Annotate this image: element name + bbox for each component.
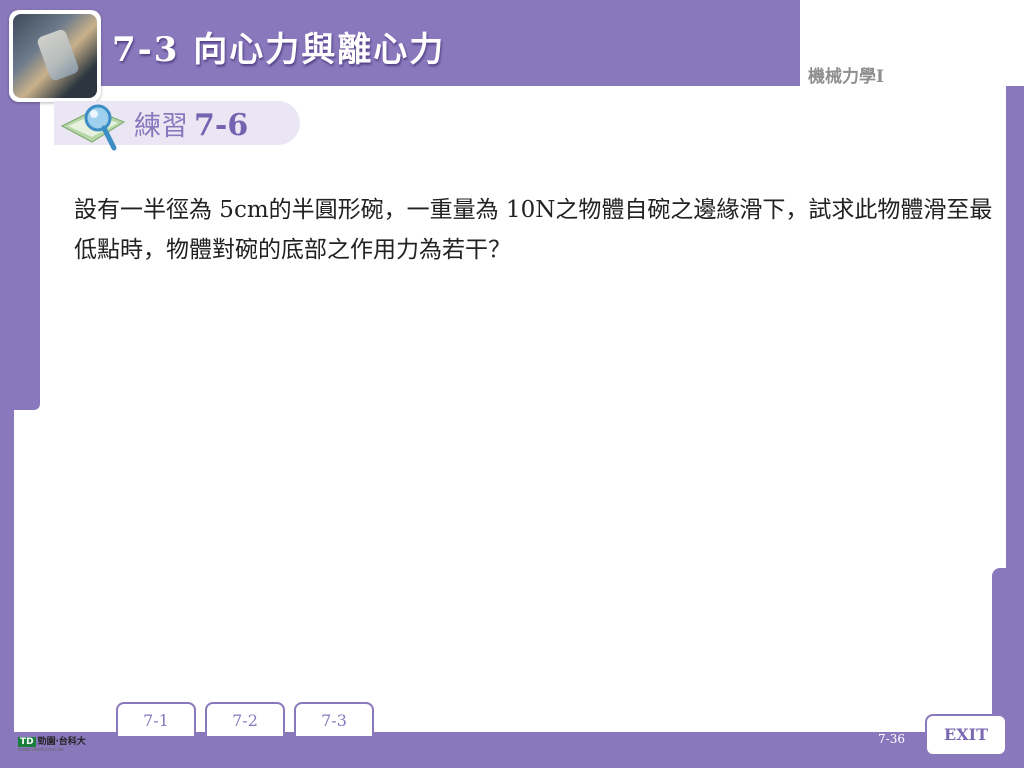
practice-heading: 練習 7-6 xyxy=(134,104,248,143)
publisher-logo: TD 勁園‧台科大 www.tiked.com.tw xyxy=(18,734,86,753)
left-frame-notch xyxy=(0,88,40,410)
magnifier-icon xyxy=(60,104,126,151)
header-stripe xyxy=(800,34,1006,37)
header-stripe xyxy=(800,52,1006,55)
section-title: 7-3 向心力與離心力 xyxy=(112,30,446,70)
tab-7-2[interactable]: 7-2 xyxy=(205,702,285,736)
practice-label: 練習 xyxy=(134,111,188,142)
header-stripe xyxy=(800,16,1006,19)
photo-highlight xyxy=(36,28,80,82)
practice-number: 7-6 xyxy=(194,108,249,143)
course-subject: 機械力學I xyxy=(808,67,884,87)
header-photo xyxy=(9,10,101,102)
logo-url: www.tiked.com.tw xyxy=(18,747,64,753)
tab-7-1[interactable]: 7-1 xyxy=(116,702,196,736)
logo-mark: TD xyxy=(18,737,36,747)
page-number: 7-36 xyxy=(878,732,905,746)
header-photo-image xyxy=(13,14,97,98)
logo-text: 勁園‧台科大 xyxy=(37,737,86,747)
tab-7-3[interactable]: 7-3 xyxy=(294,702,374,736)
slide-content-area xyxy=(14,86,1006,732)
question-text: 設有一半徑為 5cm的半圓形碗，一重量為 10N之物體自碗之邊緣滑下，試求此物體… xyxy=(74,197,993,263)
exit-button[interactable]: EXIT xyxy=(925,714,1007,756)
